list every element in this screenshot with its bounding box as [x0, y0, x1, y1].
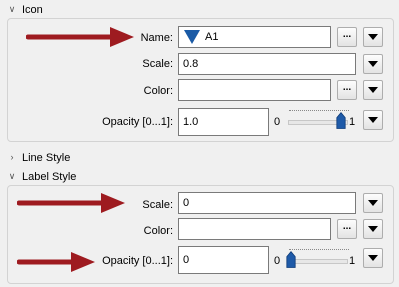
opacity-slider-min: 0	[273, 116, 281, 128]
opacity-slider-thumb[interactable]	[336, 112, 346, 130]
label-scale-dropdown-button[interactable]	[363, 193, 383, 213]
label-scale-input[interactable]: 0	[178, 192, 356, 214]
icon-section-title[interactable]: Icon	[22, 3, 43, 17]
label-color-label: Color:	[143, 225, 173, 237]
red-annotation-arrow-icon	[26, 27, 134, 47]
color-dropdown-button[interactable]	[363, 80, 383, 100]
name-field[interactable]: A1	[178, 26, 331, 48]
label-color-dropdown-button[interactable]	[363, 219, 383, 239]
label-opacity-dropdown-button[interactable]	[363, 248, 383, 268]
label-opacity-slider-track[interactable]	[288, 259, 348, 264]
opacity-input[interactable]: 1.0	[178, 108, 269, 136]
label-opacity-slider-max: 1	[348, 255, 356, 267]
opacity-label: Opacity [0...1]:	[102, 116, 173, 128]
name-value: A1	[205, 31, 219, 43]
color-input[interactable]	[178, 79, 331, 101]
label-color-input[interactable]	[178, 218, 331, 240]
color-browse-button[interactable]: ...	[337, 80, 357, 100]
red-annotation-arrow-icon	[17, 193, 125, 213]
label-opacity-slider-min: 0	[273, 255, 281, 267]
label-opacity-slider-thumb[interactable]	[286, 251, 296, 269]
label-opacity-slider-ticks	[289, 249, 349, 254]
scale-input[interactable]: 0.8	[178, 53, 356, 75]
chevron-down-icon[interactable]: ∨	[7, 4, 17, 14]
label-scale-label: Scale:	[142, 199, 173, 211]
opacity-dropdown-button[interactable]	[363, 110, 383, 130]
opacity-slider-max: 1	[348, 116, 356, 128]
triangle-symbol-icon	[184, 30, 200, 44]
name-dropdown-button[interactable]	[363, 27, 383, 47]
line-style-title[interactable]: Line Style	[22, 151, 70, 165]
label-style-title[interactable]: Label Style	[22, 170, 76, 184]
chevron-right-icon[interactable]: ›	[7, 152, 17, 162]
name-browse-button[interactable]: ...	[337, 27, 357, 47]
label-color-browse-button[interactable]: ...	[337, 219, 357, 239]
chevron-down-icon[interactable]: ∨	[7, 171, 17, 181]
red-annotation-arrow-icon	[17, 252, 95, 272]
scale-dropdown-button[interactable]	[363, 54, 383, 74]
label-opacity-label: Opacity [0...1]:	[102, 255, 173, 267]
scale-label: Scale:	[142, 58, 173, 70]
color-label: Color:	[143, 85, 173, 97]
label-opacity-input[interactable]: 0	[178, 246, 269, 274]
